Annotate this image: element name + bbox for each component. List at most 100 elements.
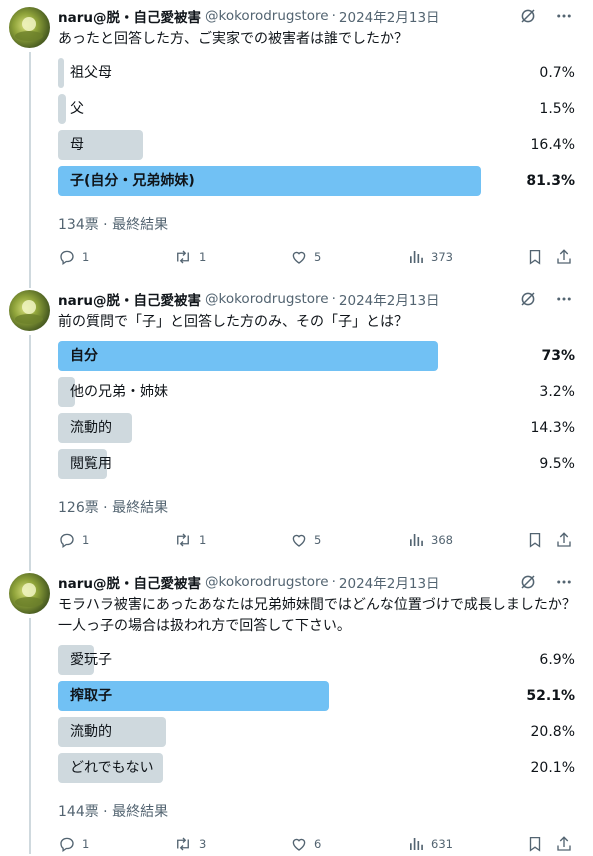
action-bar: 1 1 5 368 xyxy=(58,530,578,550)
views-button[interactable]: 373 xyxy=(407,247,453,267)
poll-option-percent: 73% xyxy=(541,348,575,364)
like-count: 6 xyxy=(314,837,322,851)
separator: · xyxy=(331,574,336,590)
author-name[interactable]: naru@脱・自己愛被害 xyxy=(58,289,201,309)
bookmark-icon[interactable] xyxy=(526,531,544,549)
tweet-date[interactable]: 2024年2月13日 xyxy=(339,6,440,26)
poll-option-percent: 81.3% xyxy=(526,173,575,189)
like-button[interactable]: 5 xyxy=(290,530,321,550)
retweet-icon[interactable] xyxy=(173,248,193,266)
grok-icon[interactable] xyxy=(519,573,537,591)
bookmark-icon[interactable] xyxy=(526,835,544,853)
reply-icon[interactable] xyxy=(58,835,76,853)
thread-line xyxy=(29,335,31,571)
reply-icon[interactable] xyxy=(58,248,76,266)
bookmark-button[interactable] xyxy=(526,834,544,854)
like-icon[interactable] xyxy=(290,835,308,853)
poll-option-label: 他の兄弟・姉妹 xyxy=(70,384,168,400)
poll-bar xyxy=(58,58,64,88)
avatar[interactable] xyxy=(9,573,50,614)
retweet-count: 1 xyxy=(199,533,207,547)
retweet-button[interactable]: 1 xyxy=(173,247,206,267)
poll-option: 他の兄弟・姉妹 3.2% xyxy=(58,377,578,407)
tweet[interactable]: naru@脱・自己愛被害 @kokorodrugstore · 2024年2月1… xyxy=(0,566,593,854)
poll-option-percent: 52.1% xyxy=(526,688,575,704)
views-icon[interactable] xyxy=(407,835,425,853)
author-handle[interactable]: @kokorodrugstore xyxy=(205,8,329,24)
tweet-header: naru@脱・自己愛被害 @kokorodrugstore · 2024年2月1… xyxy=(58,6,593,26)
tweet-date[interactable]: 2024年2月13日 xyxy=(339,289,440,309)
tweet-date[interactable]: 2024年2月13日 xyxy=(339,572,440,592)
views-button[interactable]: 631 xyxy=(407,834,453,854)
share-icon[interactable] xyxy=(555,835,573,853)
tweet-header: naru@脱・自己愛被害 @kokorodrugstore · 2024年2月1… xyxy=(58,572,593,592)
author-handle[interactable]: @kokorodrugstore xyxy=(205,291,329,307)
tweet[interactable]: naru@脱・自己愛被害 @kokorodrugstore · 2024年2月1… xyxy=(0,283,593,571)
poll-option-percent: 3.2% xyxy=(539,384,575,400)
more-icon[interactable] xyxy=(555,290,573,308)
share-button[interactable] xyxy=(555,530,573,550)
poll-option-percent: 14.3% xyxy=(530,420,575,436)
poll-option-percent: 20.8% xyxy=(530,724,575,740)
avatar[interactable] xyxy=(9,7,50,48)
like-count: 5 xyxy=(314,250,322,264)
retweet-button[interactable]: 1 xyxy=(173,530,206,550)
poll-option-label: どれでもない xyxy=(70,760,154,776)
poll-option-label: 搾取子 xyxy=(70,688,112,704)
grok-icon[interactable] xyxy=(519,7,537,25)
poll-option-label: 父 xyxy=(70,101,84,117)
views-count: 631 xyxy=(431,837,453,851)
share-icon[interactable] xyxy=(555,248,573,266)
poll-option-percent: 16.4% xyxy=(530,137,575,153)
author-handle[interactable]: @kokorodrugstore xyxy=(205,574,329,590)
reply-icon[interactable] xyxy=(58,531,76,549)
reply-button[interactable]: 1 xyxy=(58,530,89,550)
share-button[interactable] xyxy=(555,247,573,267)
like-button[interactable]: 6 xyxy=(290,834,321,854)
retweet-icon[interactable] xyxy=(173,835,193,853)
separator: · xyxy=(331,8,336,24)
views-count: 368 xyxy=(431,533,453,547)
bookmark-button[interactable] xyxy=(526,530,544,550)
poll-option-label: 子(自分・兄弟姉妹) xyxy=(70,173,195,189)
bookmark-button[interactable] xyxy=(526,247,544,267)
poll-option: 愛玩子 6.9% xyxy=(58,645,578,675)
views-button[interactable]: 368 xyxy=(407,530,453,550)
poll-option: 父 1.5% xyxy=(58,94,578,124)
like-button[interactable]: 5 xyxy=(290,247,321,267)
like-icon[interactable] xyxy=(290,248,308,266)
reply-button[interactable]: 1 xyxy=(58,247,89,267)
more-icon[interactable] xyxy=(555,7,573,25)
retweet-button[interactable]: 3 xyxy=(173,834,206,854)
poll-option-percent: 0.7% xyxy=(539,65,575,81)
share-button[interactable] xyxy=(555,834,573,854)
poll-option-percent: 20.1% xyxy=(530,760,575,776)
thread-line xyxy=(29,618,31,854)
poll-bar xyxy=(58,341,438,371)
poll-option: どれでもない 20.1% xyxy=(58,753,578,783)
poll-option: 祖父母 0.7% xyxy=(58,58,578,88)
tweet-text: モラハラ被害にあったあなたは兄弟姉妹間ではどんな位置づけで成長しましたか？一人っ… xyxy=(58,597,576,634)
separator: · xyxy=(331,291,336,307)
more-icon[interactable] xyxy=(555,573,573,591)
tweet-text: 前の質問で「子」と回答した方のみ、その「子」とは？ xyxy=(58,314,408,330)
retweet-icon[interactable] xyxy=(173,531,193,549)
poll-result: 144票 · 最終結果 xyxy=(58,804,169,820)
bookmark-icon[interactable] xyxy=(526,248,544,266)
tweet[interactable]: naru@脱・自己愛被害 @kokorodrugstore · 2024年2月1… xyxy=(0,0,593,288)
author-name[interactable]: naru@脱・自己愛被害 xyxy=(58,6,201,26)
poll-option: 流動的 14.3% xyxy=(58,413,578,443)
share-icon[interactable] xyxy=(555,531,573,549)
grok-icon[interactable] xyxy=(519,290,537,308)
views-icon[interactable] xyxy=(407,248,425,266)
views-icon[interactable] xyxy=(407,531,425,549)
author-name[interactable]: naru@脱・自己愛被害 xyxy=(58,572,201,592)
poll-option-label: 流動的 xyxy=(70,724,112,740)
poll-option: 閲覧用 9.5% xyxy=(58,449,578,479)
retweet-count: 1 xyxy=(199,250,207,264)
avatar[interactable] xyxy=(9,290,50,331)
reply-count: 1 xyxy=(82,837,90,851)
poll-option-percent: 9.5% xyxy=(539,456,575,472)
reply-button[interactable]: 1 xyxy=(58,834,89,854)
like-icon[interactable] xyxy=(290,531,308,549)
